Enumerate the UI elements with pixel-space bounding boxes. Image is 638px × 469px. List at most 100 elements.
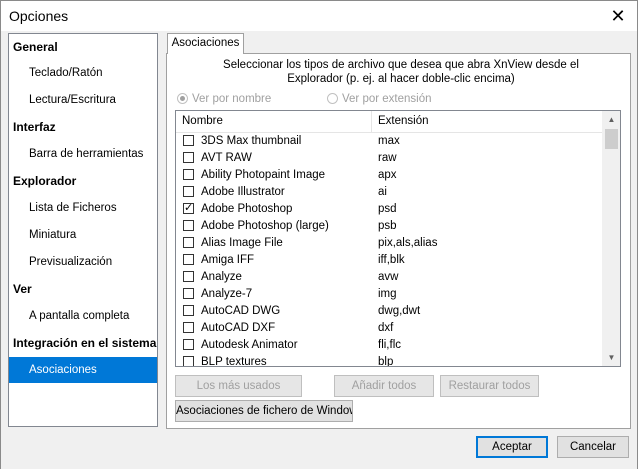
format-extension: dxf xyxy=(378,322,394,334)
nav-item[interactable]: Previsualización xyxy=(9,249,157,275)
table-row[interactable]: BLP textures blp xyxy=(176,354,604,367)
checkbox[interactable] xyxy=(183,356,194,366)
format-name: Adobe Photoshop xyxy=(201,203,293,215)
description-text: Seleccionar los tipos de archivo que des… xyxy=(176,58,626,86)
format-extension: avw xyxy=(378,271,399,283)
format-name: Analyze xyxy=(201,271,242,283)
format-extension: img xyxy=(378,288,397,300)
format-name: Adobe Illustrator xyxy=(201,186,285,198)
table-row[interactable]: 3DS Max thumbnail max xyxy=(176,133,604,150)
column-header-extension[interactable]: Extensión xyxy=(378,115,429,127)
nav-item[interactable]: Teclado/Ratón xyxy=(9,60,157,86)
scrollbar-thumb[interactable] xyxy=(605,129,618,149)
column-divider[interactable] xyxy=(371,111,372,132)
window-border-left xyxy=(0,30,1,469)
list-rows: 3DS Max thumbnail max AVT RAW raw Ability Ph… xyxy=(176,133,604,367)
window-title: Opciones xyxy=(9,8,69,24)
format-name: Ability Photopaint Image xyxy=(201,169,326,181)
nav-item[interactable]: Lista de Ficheros xyxy=(9,195,157,221)
format-name: Analyze-7 xyxy=(201,288,253,300)
format-name: AutoCAD DWG xyxy=(201,305,281,317)
checkbox[interactable] xyxy=(183,186,194,197)
table-row[interactable]: Analyze avw xyxy=(176,269,604,286)
file-type-list[interactable]: Nombre Extensión 3DS Max thumbnail max AVT… xyxy=(175,110,621,367)
add-all-button[interactable]: Añadir todos xyxy=(334,375,434,397)
format-extension: blp xyxy=(378,356,394,367)
checkbox[interactable] xyxy=(183,305,194,316)
checkbox[interactable] xyxy=(183,220,194,231)
format-extension: ai xyxy=(378,186,387,198)
description-line-2: Explorador (p. ej. al hacer doble-clic e… xyxy=(287,73,515,85)
checkbox[interactable] xyxy=(183,254,194,265)
nav-category[interactable]: Explorador xyxy=(9,168,157,194)
format-name: Autodesk Animator xyxy=(201,339,298,351)
format-name: Amiga IFF xyxy=(201,254,255,266)
table-row[interactable]: Ability Photopaint Image apx xyxy=(176,167,604,184)
nav-category[interactable]: Integración en el sistema xyxy=(9,330,157,356)
checkbox[interactable] xyxy=(183,237,194,248)
restore-all-button[interactable]: Restaurar todos xyxy=(440,375,539,397)
windows-associations-button[interactable]: Asociaciones de fichero de Windows... xyxy=(175,400,353,422)
description-line-1: Seleccionar los tipos de archivo que des… xyxy=(223,59,579,71)
checkbox[interactable] xyxy=(183,169,194,180)
column-header-name[interactable]: Nombre xyxy=(182,115,223,127)
nav-item[interactable]: Lectura/Escritura xyxy=(9,87,157,113)
format-extension: psb xyxy=(378,220,397,232)
table-row[interactable]: Adobe Photoshop (large) psb xyxy=(176,218,604,235)
table-row[interactable]: Alias Image File pix,als,alias xyxy=(176,235,604,252)
nav-item[interactable]: A pantalla completa xyxy=(9,303,157,329)
nav-category[interactable]: Interfaz xyxy=(9,114,157,140)
tab-asociaciones[interactable]: Asociaciones xyxy=(167,33,244,54)
checkbox-checked[interactable] xyxy=(183,200,194,216)
view-by-name-radio[interactable]: Ver por nombre xyxy=(177,92,271,106)
format-extension: iff,blk xyxy=(378,254,405,266)
format-name: AVT RAW xyxy=(201,152,252,164)
vertical-scrollbar[interactable]: ▲ ▼ xyxy=(602,111,620,366)
view-by-extension-radio[interactable]: Ver por extensión xyxy=(327,92,432,106)
nav-item[interactable]: Asociaciones xyxy=(9,357,157,383)
checkbox[interactable] xyxy=(183,322,194,333)
format-extension: apx xyxy=(378,169,397,181)
table-row[interactable]: Autodesk Animator fli,flc xyxy=(176,337,604,354)
checkbox[interactable] xyxy=(183,271,194,282)
view-by-extension-label: Ver por extensión xyxy=(342,93,432,105)
table-row[interactable]: Amiga IFF iff,blk xyxy=(176,252,604,269)
cancel-button[interactable]: Cancelar xyxy=(557,436,629,458)
format-name: BLP textures xyxy=(201,356,267,367)
nav-category[interactable]: General xyxy=(9,34,157,60)
format-name: Alias Image File xyxy=(201,237,283,249)
scroll-down-icon[interactable]: ▼ xyxy=(603,349,620,366)
checkbox[interactable] xyxy=(183,339,194,350)
table-row[interactable]: AutoCAD DWG dwg,dwt xyxy=(176,303,604,320)
nav-category[interactable]: Ver xyxy=(9,276,157,302)
close-icon[interactable]: ✕ xyxy=(607,5,629,27)
table-row[interactable]: Adobe Photoshop psd xyxy=(176,200,604,218)
table-row[interactable]: AVT RAW raw xyxy=(176,150,604,167)
accept-button[interactable]: Aceptar xyxy=(476,436,548,458)
list-header: Nombre Extensión xyxy=(176,111,604,133)
format-extension: raw xyxy=(378,152,397,164)
format-extension: fli,flc xyxy=(378,339,401,351)
nav-item[interactable]: Barra de herramientas xyxy=(9,141,157,167)
format-name: Adobe Photoshop (large) xyxy=(201,220,329,232)
format-extension: max xyxy=(378,135,400,147)
title-bar: Opciones ✕ xyxy=(0,0,638,31)
radio-selected-icon xyxy=(177,93,188,104)
scroll-up-icon[interactable]: ▲ xyxy=(603,111,620,128)
view-by-name-label: Ver por nombre xyxy=(192,93,272,105)
checkbox[interactable] xyxy=(183,135,194,146)
format-extension: psd xyxy=(378,203,397,215)
checkbox[interactable] xyxy=(183,152,194,163)
checkbox[interactable] xyxy=(183,288,194,299)
format-extension: dwg,dwt xyxy=(378,305,421,317)
table-row[interactable]: Analyze-7 img xyxy=(176,286,604,303)
format-name: AutoCAD DXF xyxy=(201,322,276,334)
format-extension: pix,als,alias xyxy=(378,237,438,249)
format-name: 3DS Max thumbnail xyxy=(201,135,302,147)
table-row[interactable]: AutoCAD DXF dxf xyxy=(176,320,604,337)
radio-unselected-icon xyxy=(327,93,338,104)
most-used-button[interactable]: Los más usados xyxy=(175,375,302,397)
nav-item[interactable]: Miniatura xyxy=(9,222,157,248)
table-row[interactable]: Adobe Illustrator ai xyxy=(176,184,604,201)
options-category-list: General Teclado/Ratón Lectura/Escritura Int… xyxy=(8,33,158,427)
